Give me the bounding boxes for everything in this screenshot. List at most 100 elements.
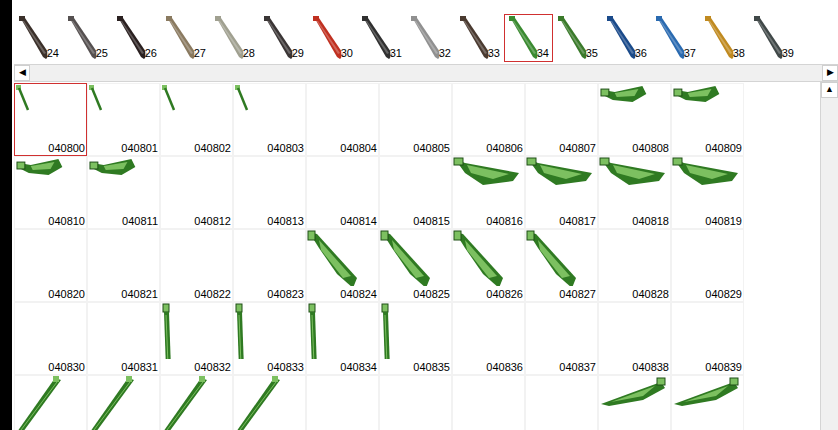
frame-label: 040822 (194, 289, 232, 301)
frame-cell[interactable]: 040837 (525, 302, 598, 375)
frame-cell[interactable] (379, 375, 452, 430)
frame-cell[interactable]: 040838 (598, 302, 671, 375)
frame-cell[interactable]: 040809 (671, 83, 744, 156)
scroll-up-button[interactable]: ▲ (821, 82, 838, 98)
frame-sprite (672, 230, 743, 286)
frame-cell[interactable]: 040816 (452, 156, 525, 229)
thumbnail[interactable]: 30 (308, 14, 357, 62)
scroll-track[interactable] (30, 65, 822, 81)
thumbnail[interactable]: 33 (455, 14, 504, 62)
frame-cell[interactable]: 040832 (160, 302, 233, 375)
thumbnail[interactable]: 26 (112, 14, 161, 62)
frame-cell[interactable] (671, 375, 744, 430)
frame-cell[interactable]: 040805 (379, 83, 452, 156)
frame-sprite (453, 157, 524, 213)
thumbnail[interactable]: 39 (749, 14, 798, 62)
thumbnail[interactable]: 29 (259, 14, 308, 62)
thumbnail[interactable]: 28 (210, 14, 259, 62)
thumbnail[interactable]: 36 (602, 14, 651, 62)
thumbnail[interactable]: 37 (651, 14, 700, 62)
frame-cell[interactable] (452, 375, 525, 430)
frame-sprite (672, 303, 743, 359)
scroll-right-button[interactable]: ▶ (822, 65, 838, 81)
frame-cell[interactable]: 040839 (671, 302, 744, 375)
frame-cell[interactable]: 040824 (306, 229, 379, 302)
thumbnail[interactable]: 27 (161, 14, 210, 62)
thumbnail[interactable]: 25 (63, 14, 112, 62)
frame-sprite (453, 303, 524, 359)
frame-cell[interactable] (598, 375, 671, 430)
frame-cell[interactable]: 040810 (14, 156, 87, 229)
frame-cell[interactable]: 040807 (525, 83, 598, 156)
frame-cell[interactable] (87, 375, 160, 430)
frame-sprite (599, 376, 670, 430)
thumbnail[interactable]: 38 (700, 14, 749, 62)
frame-sprite (672, 157, 743, 213)
frame-sprite (599, 303, 670, 359)
frame-label: 040808 (632, 143, 670, 155)
frame-cell[interactable]: 040818 (598, 156, 671, 229)
frame-cell[interactable]: 040828 (598, 229, 671, 302)
frame-cell[interactable]: 040829 (671, 229, 744, 302)
frame-cell[interactable]: 040820 (14, 229, 87, 302)
frame-cell[interactable]: 040801 (87, 83, 160, 156)
thumbnail[interactable]: 32 (406, 14, 455, 62)
frame-cell[interactable]: 040830 (14, 302, 87, 375)
thumbnail[interactable]: 34 (504, 14, 553, 62)
thumbnail-label: 26 (145, 48, 157, 59)
frame-sprite (234, 376, 305, 430)
frame-cell[interactable]: 040804 (306, 83, 379, 156)
frame-label: 040827 (559, 289, 597, 301)
frame-cell[interactable]: 040827 (525, 229, 598, 302)
thumbnail[interactable]: 35 (553, 14, 602, 62)
frame-cell[interactable]: 040808 (598, 83, 671, 156)
frame-cell[interactable]: 040803 (233, 83, 306, 156)
frame-cell[interactable]: 040821 (87, 229, 160, 302)
frame-cell[interactable]: 040836 (452, 302, 525, 375)
thumbnail[interactable]: 24 (14, 14, 63, 62)
frame-cell[interactable]: 040815 (379, 156, 452, 229)
frame-label: 040809 (705, 143, 743, 155)
frame-cell[interactable] (306, 375, 379, 430)
frame-sprite (307, 376, 378, 430)
thumbnail[interactable]: 31 (357, 14, 406, 62)
frame-label: 040805 (413, 143, 451, 155)
frame-cell[interactable] (525, 375, 598, 430)
frame-cell[interactable]: 040822 (160, 229, 233, 302)
vertical-scrollbar[interactable]: ▲ (820, 82, 838, 430)
frame-sprite (380, 303, 451, 359)
frame-cell[interactable]: 040802 (160, 83, 233, 156)
frame-cell[interactable]: 040813 (233, 156, 306, 229)
frame-sprite (526, 230, 597, 286)
thumbnail-label: 25 (96, 48, 108, 59)
frame-cell[interactable]: 040819 (671, 156, 744, 229)
horizontal-scrollbar[interactable]: ◀ ▶ (14, 64, 838, 82)
frame-sprite (161, 230, 232, 286)
frame-cell[interactable]: 040806 (452, 83, 525, 156)
frame-cell[interactable]: 040831 (87, 302, 160, 375)
frame-label: 040815 (413, 216, 451, 228)
frame-sprite (15, 230, 86, 286)
frame-cell[interactable] (160, 375, 233, 430)
frame-sprite (599, 157, 670, 213)
frame-cell[interactable]: 040834 (306, 302, 379, 375)
scroll-left-button[interactable]: ◀ (14, 65, 30, 81)
frame-cell[interactable]: 040823 (233, 229, 306, 302)
frame-sprite (307, 303, 378, 359)
frame-cell[interactable] (233, 375, 306, 430)
frame-cell[interactable]: 040812 (160, 156, 233, 229)
frame-cell[interactable]: 040835 (379, 302, 452, 375)
frame-sprite (234, 157, 305, 213)
frame-cell[interactable]: 040825 (379, 229, 452, 302)
frame-cell[interactable]: 040817 (525, 156, 598, 229)
frame-cell[interactable] (14, 375, 87, 430)
frame-cell[interactable]: 040826 (452, 229, 525, 302)
thumbnail-label: 39 (782, 48, 794, 59)
frame-cell[interactable]: 040811 (87, 156, 160, 229)
frame-label: 040838 (632, 362, 670, 374)
frame-cell[interactable]: 040833 (233, 302, 306, 375)
frame-cell[interactable]: 040814 (306, 156, 379, 229)
frame-label: 040837 (559, 362, 597, 374)
frame-sprite (526, 157, 597, 213)
frame-cell[interactable]: 040800 (14, 83, 87, 156)
